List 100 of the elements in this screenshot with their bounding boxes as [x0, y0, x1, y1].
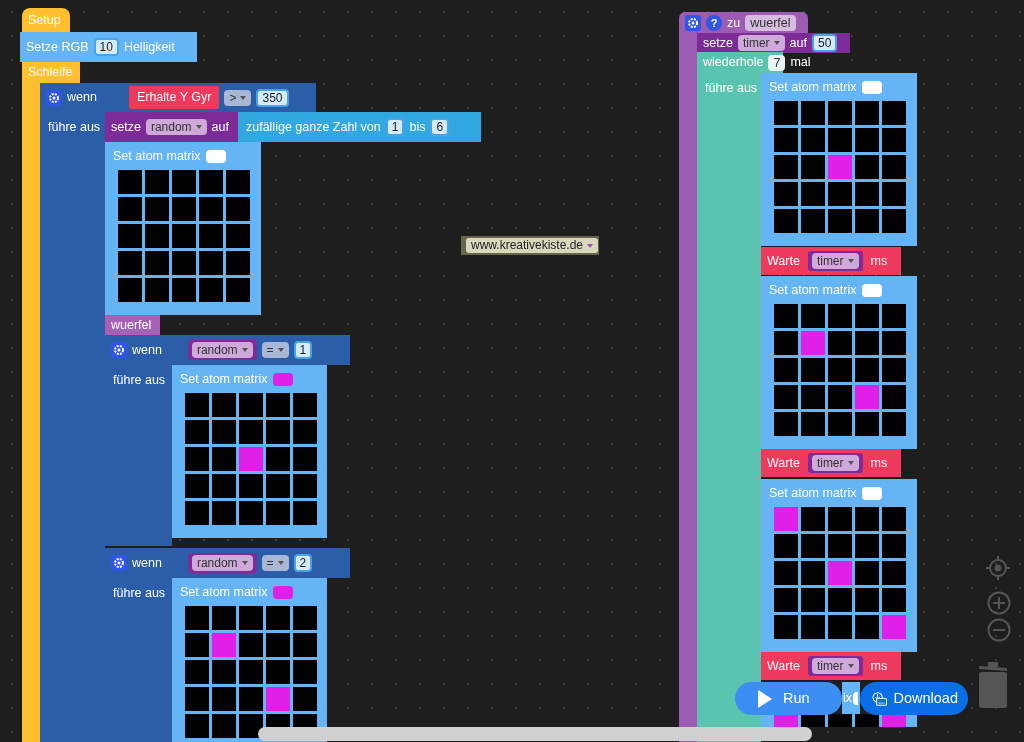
matrix-block[interactable]	[761, 714, 917, 727]
matrix-cell[interactable]	[882, 128, 906, 152]
zoom-in-icon[interactable]	[987, 591, 1011, 615]
set-rgb-block[interactable]: Setze RGB 10 Helligkeit	[20, 32, 197, 62]
matrix-cell[interactable]	[855, 507, 879, 531]
color-swatch[interactable]	[853, 691, 859, 705]
number-field[interactable]: 350	[256, 88, 289, 107]
zoom-out-icon[interactable]	[987, 618, 1011, 642]
matrix-cell[interactable]	[239, 687, 263, 711]
matrix-cell[interactable]	[801, 358, 825, 382]
matrix-cell[interactable]	[855, 209, 879, 233]
matrix-cell[interactable]	[882, 561, 906, 585]
scrollbar[interactable]	[258, 727, 812, 741]
matrix-cell[interactable]	[266, 420, 290, 444]
text-block[interactable]: www.kreativekiste.de	[461, 236, 599, 255]
matrix-cell[interactable]	[801, 182, 825, 206]
matrix-cell[interactable]	[212, 474, 236, 498]
color-swatch[interactable]	[861, 486, 882, 500]
matrix-cell[interactable]	[185, 660, 209, 684]
matrix-cell[interactable]	[882, 615, 906, 639]
matrix-cell[interactable]	[774, 358, 798, 382]
matrix-cell[interactable]	[199, 224, 223, 248]
matrix-cell[interactable]	[118, 251, 142, 275]
matrix-cell[interactable]	[882, 385, 906, 409]
matrix-cell[interactable]	[118, 224, 142, 248]
matrix-cell[interactable]	[293, 606, 317, 630]
matrix-cell[interactable]	[855, 714, 879, 727]
matrix-cell[interactable]	[212, 714, 236, 738]
matrix-cell[interactable]	[882, 101, 906, 125]
matrix-cell[interactable]	[855, 358, 879, 382]
matrix-cell[interactable]	[172, 251, 196, 275]
matrix-cell[interactable]	[882, 155, 906, 179]
matrix-cell[interactable]	[801, 209, 825, 233]
matrix-cell[interactable]	[801, 412, 825, 436]
color-swatch[interactable]	[861, 80, 882, 94]
matrix-cell[interactable]	[172, 197, 196, 221]
matrix-cell[interactable]	[828, 561, 852, 585]
matrix-cell[interactable]	[774, 304, 798, 328]
matrix-cell[interactable]	[774, 412, 798, 436]
set-variable-block[interactable]: setze random auf zufällige ganze Zahl von 1 bis 6	[105, 112, 481, 142]
matrix-cell[interactable]	[774, 331, 798, 355]
wait-block[interactable]: Warte timer ms	[761, 247, 901, 275]
matrix-cell[interactable]	[185, 714, 209, 738]
matrix-cell[interactable]	[266, 501, 290, 525]
matrix-cell[interactable]	[293, 420, 317, 444]
matrix-cell[interactable]	[855, 155, 879, 179]
matrix-cell[interactable]	[828, 101, 852, 125]
matrix-cell[interactable]	[185, 501, 209, 525]
matrix-cell[interactable]	[239, 660, 263, 684]
matrix-cell[interactable]	[882, 209, 906, 233]
matrix-cell[interactable]	[801, 155, 825, 179]
matrix-cell[interactable]	[882, 588, 906, 612]
matrix-cell[interactable]	[882, 331, 906, 355]
matrix-cell[interactable]	[882, 412, 906, 436]
matrix-cell[interactable]	[185, 474, 209, 498]
matrix-cell[interactable]	[774, 182, 798, 206]
wait-block[interactable]: Warte timer ms	[761, 652, 901, 680]
number-field[interactable]: 2	[293, 554, 313, 572]
matrix-cell[interactable]	[266, 660, 290, 684]
download-button[interactable]: Download	[860, 682, 968, 715]
matrix-cell[interactable]	[145, 278, 169, 302]
matrix-cell[interactable]	[239, 447, 263, 471]
matrix-cell[interactable]	[801, 561, 825, 585]
matrix-cell[interactable]	[855, 331, 879, 355]
matrix-cell[interactable]	[801, 615, 825, 639]
matrix-cell[interactable]	[185, 633, 209, 657]
matrix-cell[interactable]	[855, 615, 879, 639]
matrix-cell[interactable]	[212, 633, 236, 657]
matrix-cell[interactable]	[266, 714, 290, 727]
color-swatch[interactable]	[205, 149, 226, 163]
operator-dropdown[interactable]: =	[261, 342, 289, 358]
variable-dropdown[interactable]: random	[145, 119, 207, 135]
matrix-cell[interactable]	[239, 474, 263, 498]
matrix-cell[interactable]	[855, 304, 879, 328]
matrix-cell[interactable]	[801, 128, 825, 152]
matrix-cell[interactable]	[199, 251, 223, 275]
matrix-cell[interactable]	[774, 155, 798, 179]
number-field[interactable]: 6	[430, 118, 450, 136]
gear-icon[interactable]	[46, 89, 62, 106]
run-button[interactable]: Run	[735, 682, 842, 715]
matrix-cell[interactable]	[882, 182, 906, 206]
matrix-cell[interactable]	[828, 304, 852, 328]
color-swatch[interactable]	[272, 372, 293, 386]
matrix-cell[interactable]	[293, 474, 317, 498]
matrix-cell[interactable]	[828, 714, 852, 727]
if-block[interactable]: wenn random = 1	[105, 335, 350, 365]
matrix-cell[interactable]	[212, 420, 236, 444]
matrix-cell[interactable]	[293, 501, 317, 525]
matrix-cell[interactable]	[774, 385, 798, 409]
matrix-cell[interactable]	[855, 588, 879, 612]
matrix-cell[interactable]	[801, 507, 825, 531]
matrix-cell[interactable]	[828, 534, 852, 558]
matrix-cell[interactable]	[855, 128, 879, 152]
matrix-cell[interactable]	[239, 420, 263, 444]
matrix-cell[interactable]	[882, 358, 906, 382]
if-block[interactable]: wenn random = 2	[105, 548, 350, 578]
procedure-name-field[interactable]: wuerfel	[745, 15, 796, 31]
matrix-cell[interactable]	[145, 251, 169, 275]
matrix-cell[interactable]	[212, 393, 236, 417]
gear-icon[interactable]	[111, 555, 127, 571]
